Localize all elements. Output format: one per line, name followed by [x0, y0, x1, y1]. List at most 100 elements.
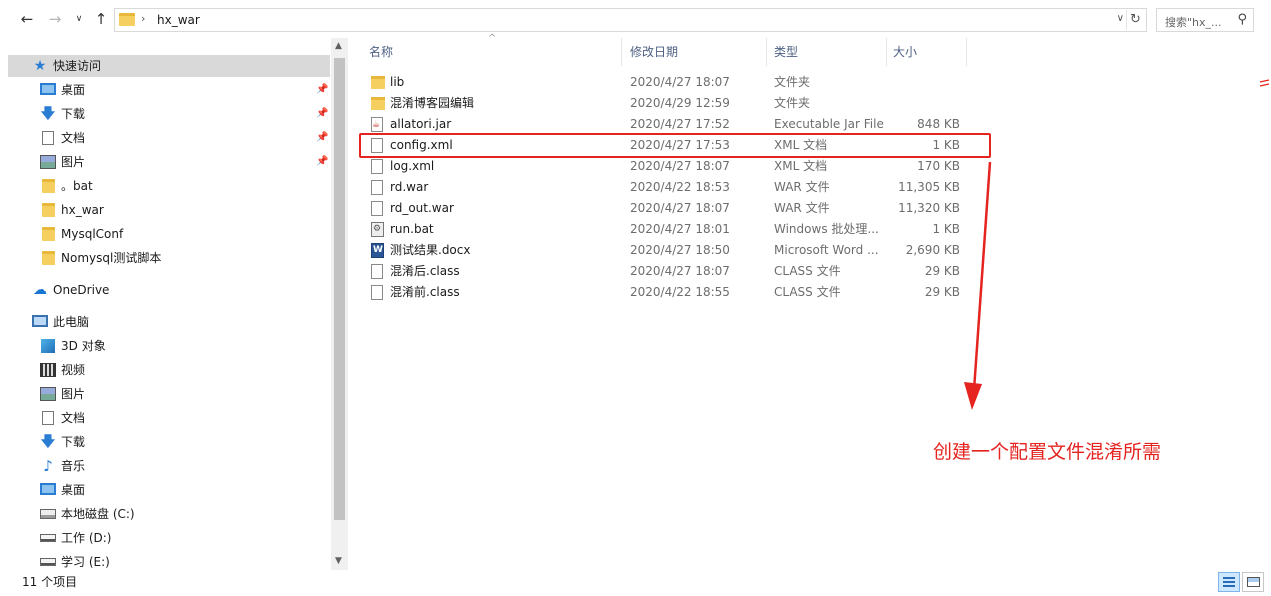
sidebar-item-folder-mysqlconf[interactable]: MysqlConf	[0, 223, 331, 245]
file-row[interactable]: allatori.jar 2020/4/27 17:52 Executable …	[366, 114, 978, 136]
file-row[interactable]: rd_out.war 2020/4/27 18:07 WAR 文件 11,320…	[366, 198, 978, 219]
file-size: 11,320 KB	[898, 201, 960, 215]
sidebar-item-label: 学习 (E:)	[61, 555, 110, 569]
recent-locations-button[interactable]: ∨	[70, 10, 88, 28]
file-size: 29 KB	[924, 264, 960, 278]
sidebar-item-this-pc[interactable]: 此电脑	[0, 311, 331, 333]
sidebar-item-pc-documents[interactable]: 文档	[0, 407, 331, 429]
sidebar-item-drive-e[interactable]: 学习 (E:)	[0, 551, 331, 570]
search-box[interactable]: 搜索"hx_... ⚲	[1156, 8, 1254, 32]
sidebar-item-quick-access[interactable]: ★ 快速访问	[8, 55, 330, 77]
sidebar-item-label: 快速访问	[53, 59, 102, 73]
sidebar-item-videos[interactable]: 视频	[0, 359, 331, 381]
column-divider[interactable]	[886, 38, 887, 66]
file-row[interactable]: run.bat 2020/4/27 18:01 Windows 批处理... 1…	[366, 219, 978, 240]
sidebar-item-folder-nomysql[interactable]: Nomysql测试脚本	[0, 247, 331, 269]
file-row[interactable]: 混淆前.class 2020/4/22 18:55 CLASS 文件 29 KB	[366, 282, 978, 303]
details-view-button[interactable]	[1218, 572, 1240, 592]
music-icon: ♪	[43, 457, 53, 475]
address-dropdown-icon[interactable]: ∨	[1117, 13, 1124, 24]
sidebar-item-folder-bat[interactable]: 。bat	[0, 175, 331, 197]
navigation-pane[interactable]: ★ 快速访问 桌面 📌 🡇 下载 📌 文档 📌 图片 📌 。bat hx_war…	[0, 38, 331, 570]
refresh-button[interactable]: ↻	[1126, 10, 1144, 30]
sidebar-item-folder-hx-war[interactable]: hx_war	[0, 199, 331, 221]
file-date: 2020/4/27 17:52	[630, 117, 730, 131]
sidebar-item-desktop[interactable]: 桌面 📌	[0, 79, 331, 101]
file-list[interactable]: ^ 名称 修改日期 类型 大小 lib 2020/4/27 18:07 文件夹 …	[348, 33, 1271, 570]
highlight-box-config-xml	[359, 133, 991, 158]
file-size: 1 KB	[932, 222, 960, 236]
sidebar-item-label: 本地磁盘 (C:)	[61, 507, 135, 521]
sidebar-item-label: 工作 (D:)	[61, 531, 112, 545]
file-row[interactable]: rd.war 2020/4/22 18:53 WAR 文件 11,305 KB	[366, 177, 978, 198]
sidebar-item-pc-pictures[interactable]: 图片	[0, 383, 331, 405]
pin-icon: 📌	[316, 84, 329, 95]
file-date: 2020/4/27 18:07	[630, 75, 730, 89]
edge-mark-icon	[1259, 79, 1270, 87]
video-icon	[40, 363, 56, 377]
annotation-arrow-icon	[964, 161, 992, 410]
file-size: 2,690 KB	[905, 243, 960, 257]
document-icon	[42, 131, 54, 145]
sidebar-item-label: 3D 对象	[61, 339, 106, 353]
file-row[interactable]: 测试结果.docx 2020/4/27 18:50 Microsoft Word…	[366, 240, 978, 261]
address-bar[interactable]: › hx_war ∨ ↻	[114, 8, 1147, 32]
scroll-down-arrow-icon[interactable]: ▼	[335, 556, 342, 566]
sidebar-item-label: 下载	[61, 107, 86, 121]
folder-icon	[42, 179, 55, 193]
scroll-up-arrow-icon[interactable]: ▲	[335, 41, 342, 51]
breadcrumb-hx-war[interactable]: hx_war	[157, 13, 200, 27]
file-name: run.bat	[390, 222, 434, 236]
sidebar-item-label: 文档	[61, 131, 86, 145]
column-header-type[interactable]: 类型	[774, 43, 798, 60]
up-button[interactable]: ↑	[92, 10, 110, 28]
sidebar-item-documents[interactable]: 文档 📌	[0, 127, 331, 149]
file-type: Executable Jar File	[774, 117, 884, 131]
sidebar-scrollbar[interactable]: ▲ ▼	[331, 38, 348, 570]
sidebar-item-drive-d[interactable]: 工作 (D:)	[0, 527, 331, 549]
file-name: 混淆后.class	[390, 264, 460, 278]
file-row[interactable]: log.xml 2020/4/27 18:07 XML 文档 170 KB	[366, 156, 978, 177]
sidebar-item-label: Nomysql测试脚本	[61, 251, 162, 265]
sidebar-item-pc-downloads[interactable]: 🡇 下载	[0, 431, 331, 453]
column-divider[interactable]	[766, 38, 767, 66]
sidebar-item-music[interactable]: ♪ 音乐	[0, 455, 331, 477]
word-document-icon	[371, 240, 384, 261]
search-placeholder: 搜索"hx_...	[1165, 16, 1222, 29]
file-row[interactable]: 混淆后.class 2020/4/27 18:07 CLASS 文件 29 KB	[366, 261, 978, 282]
arrow-up-icon: ↑	[94, 10, 108, 28]
file-name: lib	[390, 75, 405, 89]
file-name: rd_out.war	[390, 201, 454, 215]
sidebar-item-label: 桌面	[61, 483, 86, 497]
sidebar-item-pc-desktop[interactable]: 桌面	[0, 479, 331, 501]
scrollbar-thumb[interactable]	[334, 58, 345, 520]
sidebar-item-label: OneDrive	[53, 283, 110, 297]
sidebar-item-drive-c[interactable]: 本地磁盘 (C:)	[0, 503, 331, 525]
back-button[interactable]: ←	[18, 10, 36, 28]
sidebar-item-pictures[interactable]: 图片 📌	[0, 151, 331, 173]
file-row[interactable]: lib 2020/4/27 18:07 文件夹	[366, 72, 978, 93]
column-header-modified[interactable]: 修改日期	[630, 43, 678, 60]
sidebar-item-onedrive[interactable]: ☁ OneDrive	[0, 279, 331, 301]
file-name: 混淆前.class	[390, 285, 460, 299]
file-date: 2020/4/27 18:01	[630, 222, 730, 236]
sidebar-item-downloads[interactable]: 🡇 下载 📌	[0, 103, 331, 125]
address-toolbar: ← → ∨ ↑ › hx_war ∨ ↻ 搜索"hx_... ⚲	[0, 0, 1271, 38]
column-header-name[interactable]: 名称	[369, 43, 393, 60]
file-type: Windows 批处理...	[774, 222, 879, 236]
column-divider[interactable]	[621, 38, 622, 66]
file-size: 29 KB	[924, 285, 960, 299]
column-header-size[interactable]: 大小	[893, 43, 917, 60]
file-row[interactable]: 混淆博客园编辑 2020/4/29 12:59 文件夹	[366, 93, 978, 114]
sidebar-item-3d-objects[interactable]: 3D 对象	[0, 335, 331, 357]
forward-button[interactable]: →	[46, 10, 64, 28]
desktop-icon	[40, 83, 56, 95]
file-type: WAR 文件	[774, 180, 830, 194]
sidebar-item-label: 音乐	[61, 459, 86, 473]
column-divider[interactable]	[966, 38, 967, 66]
file-type: 文件夹	[774, 75, 811, 89]
folder-icon	[119, 13, 135, 26]
refresh-icon: ↻	[1130, 12, 1141, 27]
folder-icon	[42, 251, 55, 265]
large-icons-view-button[interactable]	[1242, 572, 1264, 592]
